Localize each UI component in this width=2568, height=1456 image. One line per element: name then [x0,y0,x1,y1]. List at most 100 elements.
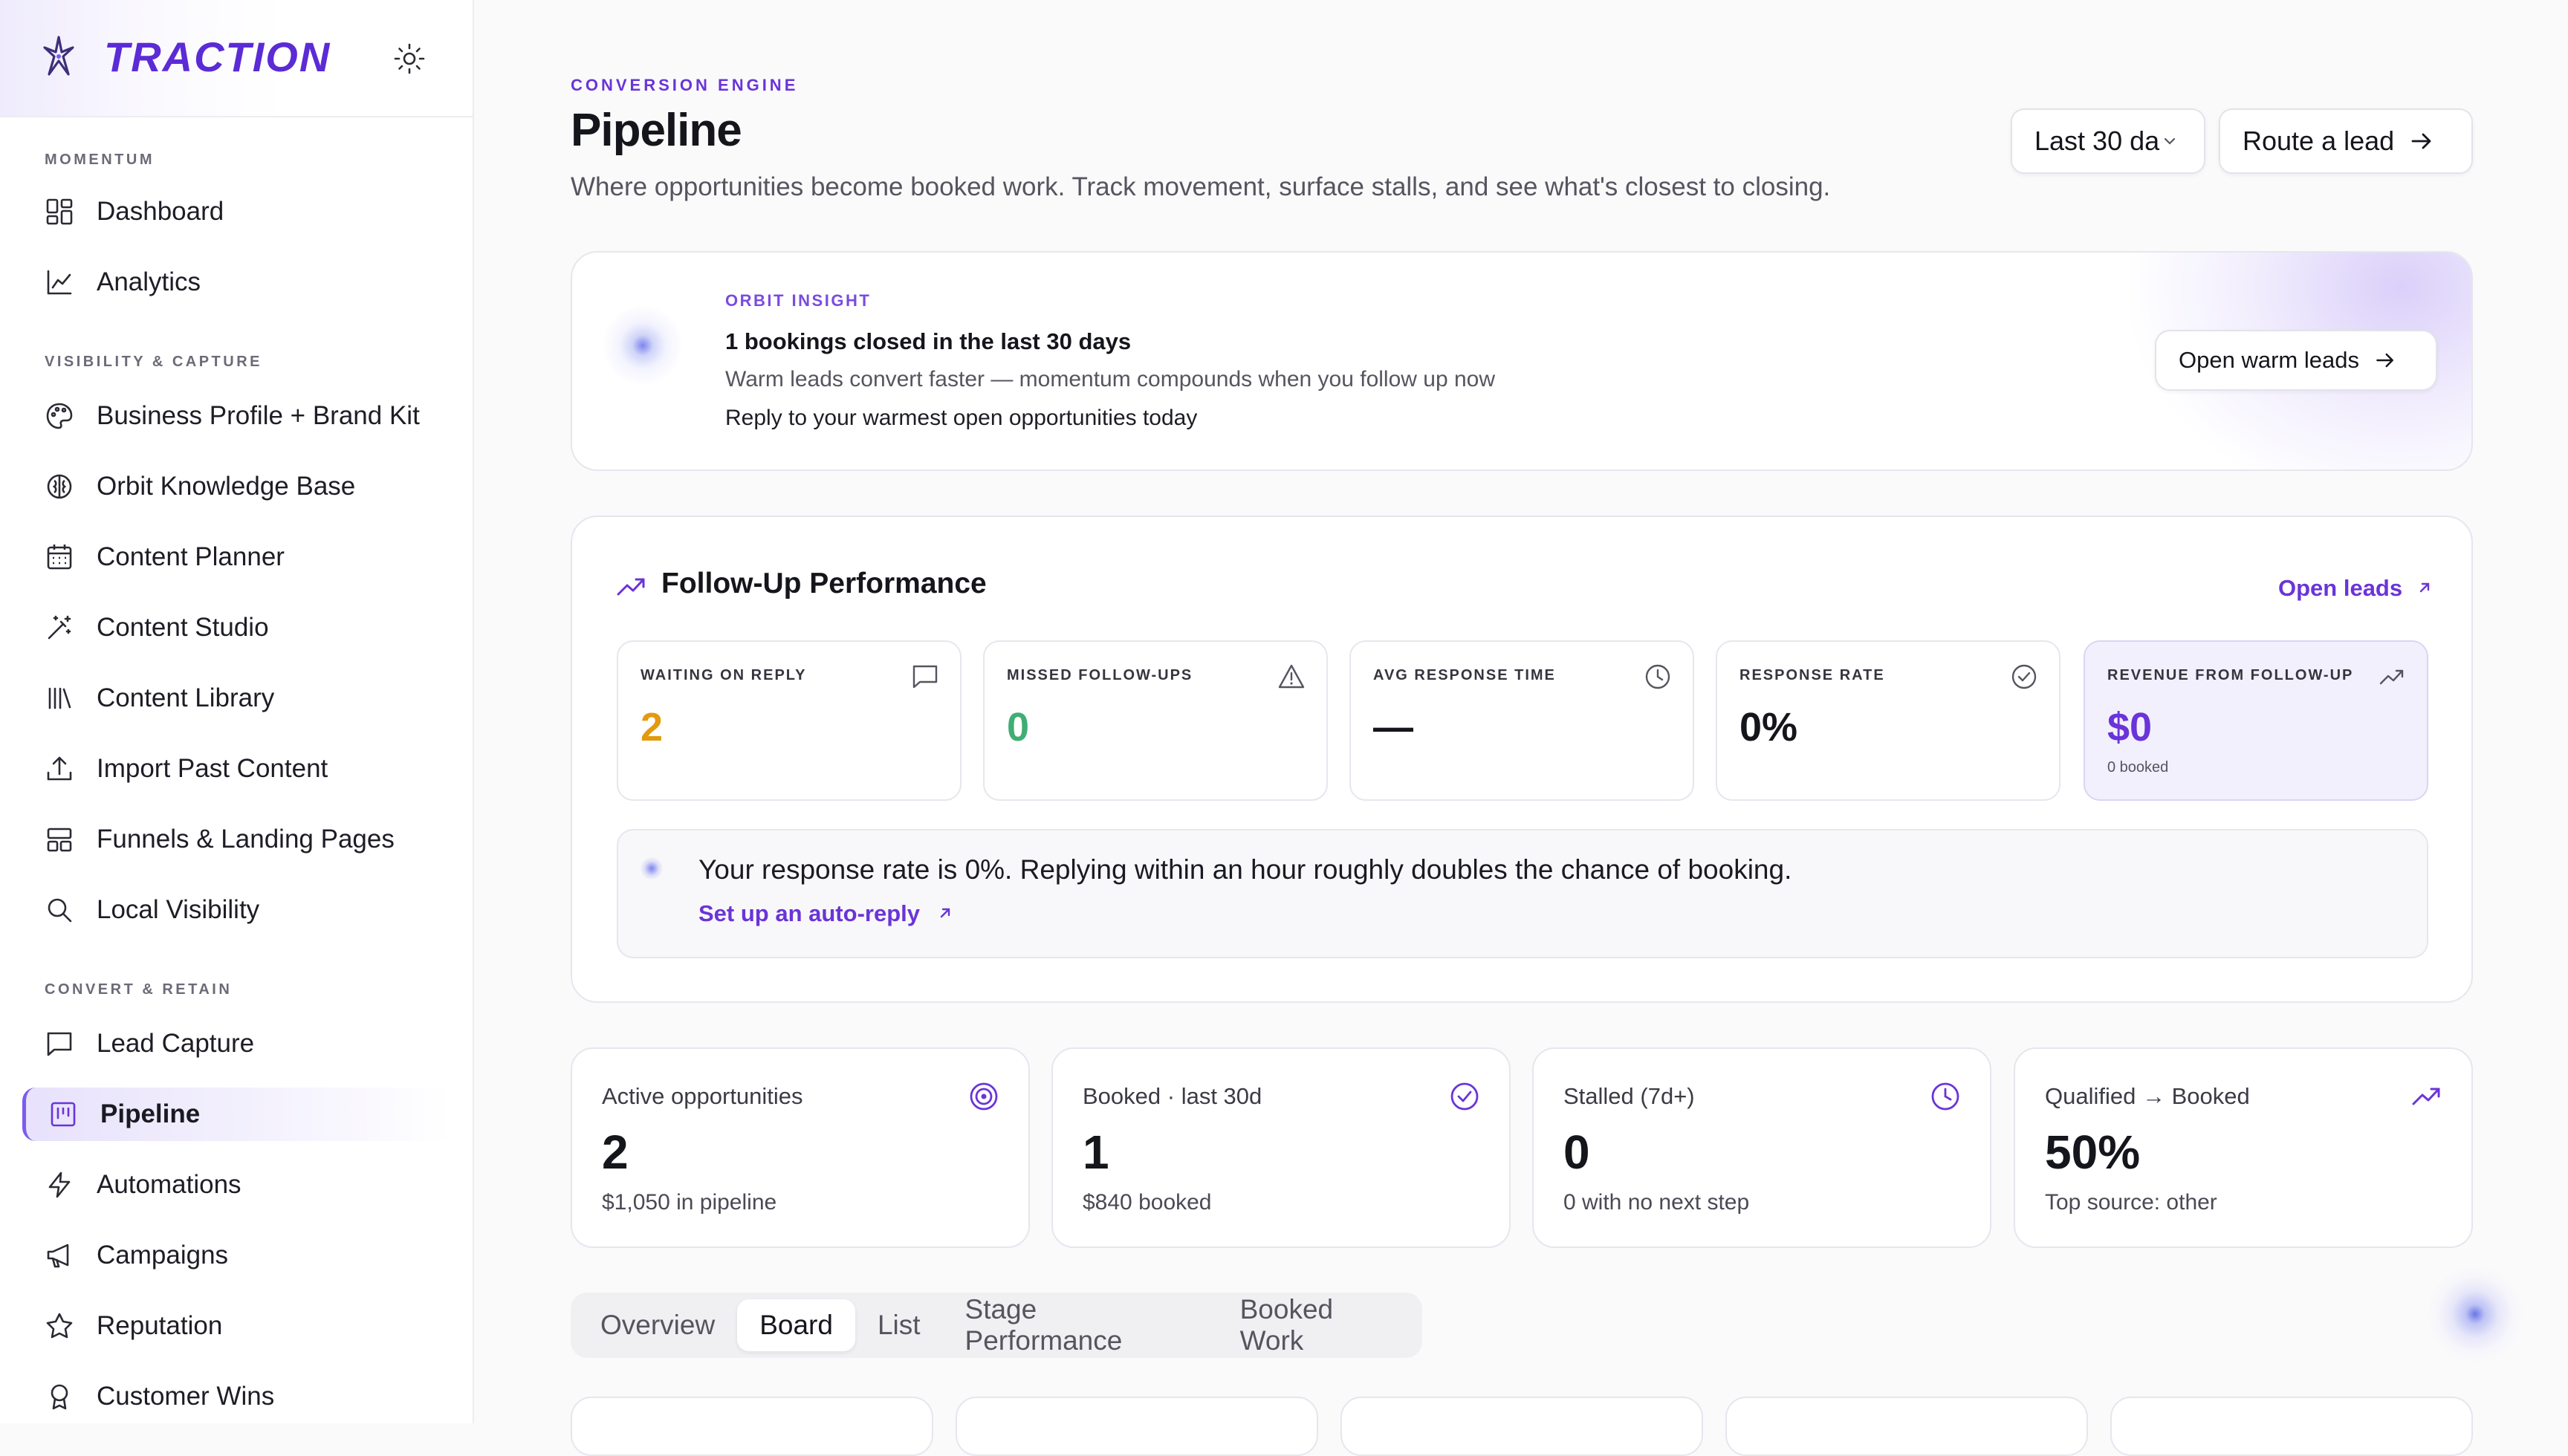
sidebar-item-label: Pipeline [100,1099,201,1128]
stat-value: $0 [2107,705,2153,750]
sun-icon[interactable] [392,42,427,76]
stat-revenue-from-follow-up: REVENUE FROM FOLLOW-UP $0 0 booked [2084,640,2428,801]
auto-reply-link[interactable]: Set up an auto-reply [698,900,953,927]
stat-label: MISSED FOLLOW-UPS [1007,667,1193,683]
kanban-icon [47,1098,80,1131]
megaphone-icon [43,1239,76,1272]
check-circle-icon [1450,1082,1479,1111]
palette-icon [43,400,76,432]
kpi-active-opportunities: Active opportunities 2 $1,050 in pipelin… [571,1047,1030,1248]
stat-avg-response-time: AVG RESPONSE TIME — [1349,640,1694,801]
message-icon [43,1027,76,1060]
arrow-up-right-icon [940,908,950,918]
check-circle-icon [2011,664,2037,689]
award-icon [43,1380,76,1413]
kpi-value: 2 [602,1125,629,1179]
kpi-sub: $1,050 in pipeline [602,1190,777,1215]
page-subtitle: Where opportunities become booked work. … [571,172,1831,201]
arrow-right-icon [2411,133,2431,149]
kpi-value: 50% [2045,1125,2141,1179]
sidebar-item-import-content[interactable]: Import Past Content [22,742,452,796]
target-icon [970,1082,998,1111]
route-lead-button[interactable]: Route a lead [2219,108,2473,174]
sidebar-item-label: Local Visibility [97,895,260,924]
tab-booked-work[interactable]: Booked Work [1218,1284,1422,1367]
insight-cta-text: Reply to your warmest open opportunities… [725,406,1198,430]
open-warm-leads-button[interactable]: Open warm leads [2155,330,2437,391]
open-warm-leads-label: Open warm leads [2179,347,2359,373]
insight-eyebrow: ORBIT INSIGHT [725,291,872,310]
tip-text: Your response rate is 0%. Replying withi… [698,854,1792,885]
sidebar-item-campaigns[interactable]: Campaigns [22,1229,452,1282]
library-icon [43,682,76,715]
tab-board[interactable]: Board [737,1299,855,1351]
stat-value: 0% [1739,705,1798,750]
response-rate-tip: Your response rate is 0%. Replying withi… [617,829,2428,958]
sidebar-item-dashboard[interactable]: Dashboard [22,185,452,238]
sidebar-item-label: Campaigns [97,1241,229,1270]
sidebar-item-reputation[interactable]: Reputation [22,1299,452,1353]
stat-label: REVENUE FROM FOLLOW-UP [2107,667,2354,683]
follow-up-title: Follow-Up Performance [661,568,987,599]
sidebar-item-label: Customer Wins [97,1382,275,1411]
lightning-icon [43,1169,76,1201]
sidebar-item-funnels[interactable]: Funnels & Landing Pages [22,813,452,866]
date-range-select[interactable]: Last 30 da [2011,108,2205,174]
dashboard-icon [43,195,76,228]
sidebar-item-label: Business Profile + Brand Kit [97,401,420,430]
nav-section-convert: CONVERT & RETAIN [45,981,233,998]
sidebar-item-content-library[interactable]: Content Library [22,672,452,725]
orbit-orb-icon [641,857,663,880]
insight-description: Warm leads convert faster — momentum com… [725,367,1496,391]
stat-label: RESPONSE RATE [1739,667,1885,683]
kpi-sub: 0 with no next step [1563,1190,1750,1215]
sidebar-item-local-visibility[interactable]: Local Visibility [22,883,452,937]
sidebar-item-automations[interactable]: Automations [22,1158,452,1212]
kpi-value: 0 [1563,1125,1590,1179]
sidebar-item-label: Reputation [97,1311,223,1340]
board-column [1725,1397,2088,1456]
kpi-qualified-to-booked: Qualified → Booked 50% Top source: other [2014,1047,2473,1248]
kpi-label: Stalled (7d+) [1563,1083,1695,1109]
tab-overview[interactable]: Overview [578,1299,737,1351]
sidebar-item-label: Lead Capture [97,1029,255,1058]
upload-icon [43,753,76,785]
line-chart-icon [43,266,76,299]
calendar-icon [43,541,76,573]
stat-response-rate: RESPONSE RATE 0% [1716,640,2060,801]
sidebar-item-label: Content Studio [97,613,269,642]
sidebar-item-business-profile[interactable]: Business Profile + Brand Kit [22,389,452,443]
tab-stage-performance[interactable]: Stage Performance [943,1284,1218,1367]
board-column [956,1397,1318,1456]
open-leads-link[interactable]: Open leads [2278,575,2433,602]
trending-up-icon [617,578,645,596]
trending-up-icon [2379,669,2404,685]
board-column [2110,1397,2473,1456]
nav-section-momentum: MOMENTUM [45,152,155,168]
alert-triangle-icon [1278,664,1305,689]
sidebar-item-customer-wins[interactable]: Customer Wins [22,1370,452,1423]
brand-name: TRACTION [104,33,331,80]
board-column [571,1397,933,1456]
sidebar-item-content-planner[interactable]: Content Planner [22,530,452,584]
sidebar-item-content-studio[interactable]: Content Studio [22,601,452,654]
kpi-label: Active opportunities [602,1083,803,1109]
nav-section-visibility: VISIBILITY & CAPTURE [45,354,262,370]
kpi-sub: $840 booked [1083,1190,1212,1215]
sidebar-item-label: Content Library [97,683,275,712]
sidebar-item-analytics[interactable]: Analytics [22,256,452,309]
sidebar-item-label: Automations [97,1170,241,1199]
board-column [1340,1397,1703,1456]
auto-reply-label: Set up an auto-reply [698,900,920,926]
sidebar-item-label: Dashboard [97,197,224,226]
star-icon [43,1310,76,1342]
orbit-assistant-orb-icon[interactable] [2427,1266,2523,1362]
sidebar-item-lead-capture[interactable]: Lead Capture [22,1017,452,1070]
kpi-sub: Top source: other [2045,1190,2217,1215]
kpi-stalled: Stalled (7d+) 0 0 with no next step [1532,1047,1991,1248]
tab-list[interactable]: List [855,1299,943,1351]
stat-waiting-on-reply: WAITING ON REPLY 2 [617,640,962,801]
sidebar-item-pipeline[interactable]: Pipeline [22,1088,452,1141]
page-title: Pipeline [571,105,742,156]
sidebar-item-knowledge-base[interactable]: Orbit Knowledge Base [22,460,452,513]
